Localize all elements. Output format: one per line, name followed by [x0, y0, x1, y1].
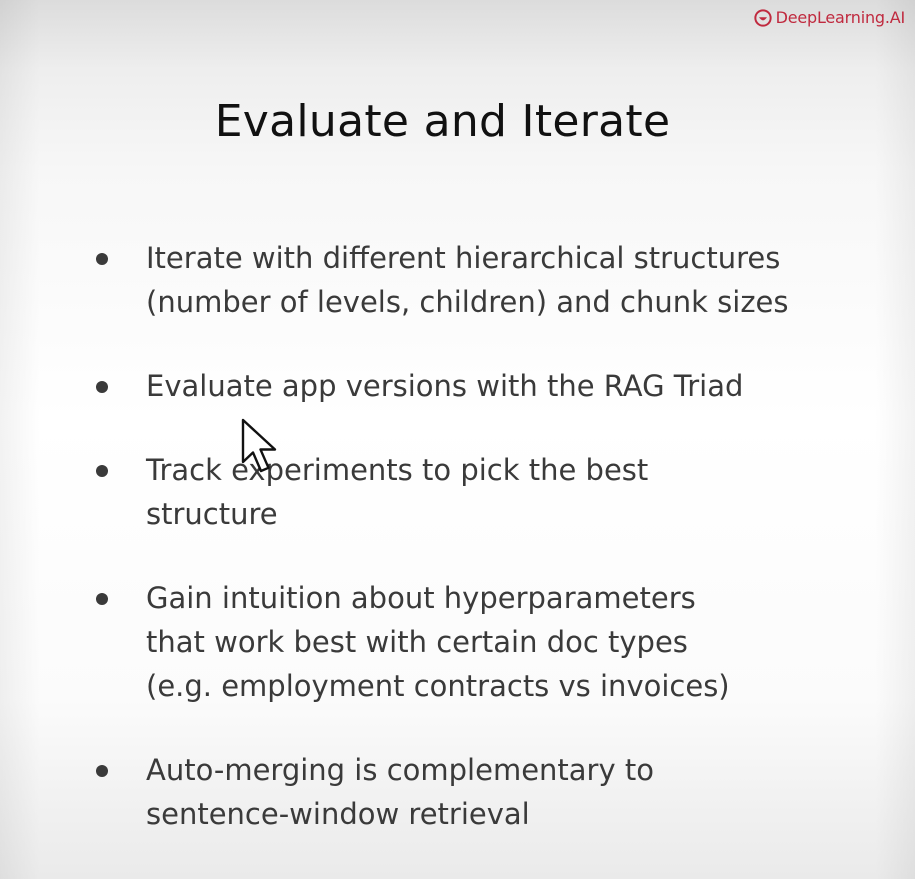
slide-title: Evaluate and Iterate — [214, 96, 671, 147]
slide: DeepLearning.AI Evaluate and Iterate Ite… — [0, 0, 915, 879]
bullet-list: Iterate with different hierarchical stru… — [96, 236, 885, 836]
bullet-item: Track experiments to pick the best struc… — [96, 448, 885, 536]
mouse-pointer-icon — [241, 418, 277, 473]
bullet-dot-icon — [96, 253, 108, 265]
bullet-text: Auto-merging is complementary to sentenc… — [146, 753, 654, 831]
bullet-item: Evaluate app versions with the RAG Triad — [96, 364, 885, 408]
bullet-text: Evaluate app versions with the RAG Triad — [146, 369, 744, 403]
bullet-text: Iterate with different hierarchical stru… — [146, 241, 789, 319]
brand-logo: DeepLearning.AI — [753, 8, 906, 27]
bullet-text: Gain intuition about hyperparameters tha… — [146, 581, 730, 703]
brand-name: DeepLearning.AI — [775, 8, 906, 27]
bullet-dot-icon — [96, 765, 108, 777]
deeplearning-logo-icon — [753, 8, 772, 27]
bullet-item: Auto-merging is complementary to sentenc… — [96, 748, 885, 836]
bullet-dot-icon — [96, 381, 108, 393]
bullet-item: Iterate with different hierarchical stru… — [96, 236, 885, 324]
bullet-item: Gain intuition about hyperparameters tha… — [96, 576, 885, 708]
bullet-dot-icon — [96, 465, 108, 477]
bullet-dot-icon — [96, 593, 108, 605]
